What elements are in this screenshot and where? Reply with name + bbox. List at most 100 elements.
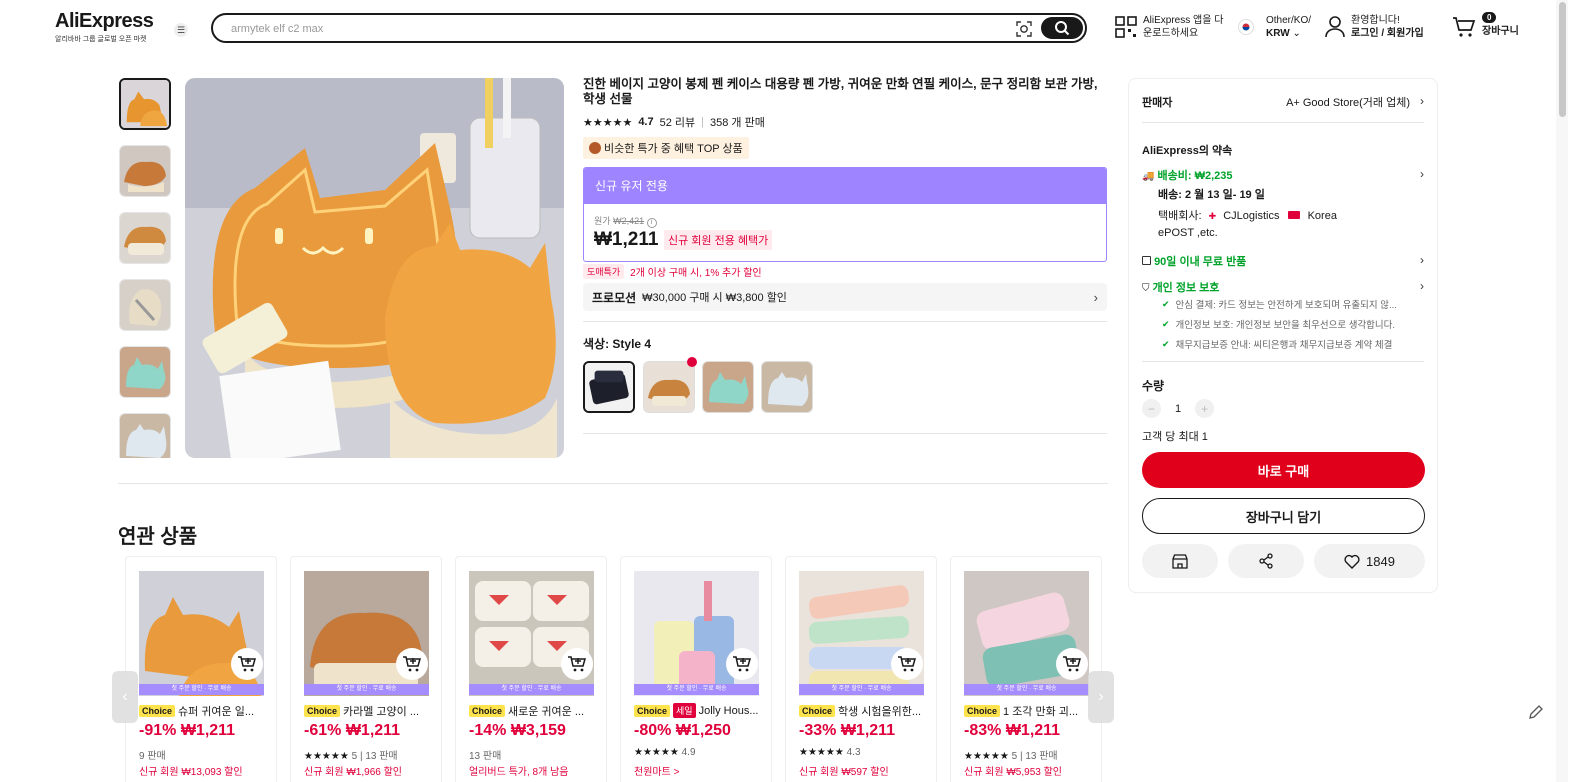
privacy-item-text: 채무지급보증 안내: 씨티은행과 채무지급보증 계약 체결 [1175, 340, 1393, 351]
account-line2: 로그인 / 회원가입 [1351, 28, 1424, 39]
store-button[interactable] [1142, 544, 1218, 578]
main-product-image[interactable] [185, 78, 564, 458]
thumbnail-4[interactable] [119, 279, 171, 331]
thumbnail-5[interactable] [119, 346, 171, 398]
choice-badge: Choice [799, 705, 836, 717]
related-product-title[interactable]: Choice 카라멜 고양이 ... [304, 703, 432, 719]
seller-row[interactable]: 판매자 A+ Good Store(거래 업체) › [1142, 94, 1424, 110]
related-product-title[interactable]: Choice 슈퍼 귀여운 일... [139, 703, 267, 719]
related-product-title[interactable]: Choice 세일 Jolly Hous... [634, 703, 762, 718]
add-to-cart-button[interactable]: 장바구니 담기 [1142, 498, 1425, 534]
carousel-prev-button[interactable]: ‹ [112, 671, 138, 723]
shield-icon: ⛉ [1142, 283, 1150, 294]
original-price: ₩2,421 [613, 216, 645, 226]
star-rating-icon: ★★★★★ [583, 116, 633, 129]
add-to-cart-icon[interactable] [891, 648, 923, 680]
increase-button[interactable]: + [1195, 399, 1215, 418]
shipping-row[interactable]: 🚚 배송비: ₩2,235 › [1142, 167, 1424, 183]
carousel-next-button[interactable]: › [1088, 671, 1114, 723]
related-product-card[interactable]: 첫 주문 할인 · 무료 배송 Choice 슈퍼 귀여운 일... -91% ₩1,… [125, 556, 277, 782]
price-value: ₩1,211 [180, 722, 236, 739]
thumbnail-list [118, 78, 173, 458]
choice-badge: Choice [304, 705, 341, 717]
logo-text: AliExpress [55, 10, 154, 32]
region-selector[interactable]: Other/KO/KRW ⌄ [1238, 14, 1311, 40]
info-icon[interactable]: i [646, 218, 657, 228]
related-product-extra: 얼리버드 특가, 8개 남음 [469, 767, 569, 778]
decrease-button[interactable]: − [1142, 399, 1161, 418]
edit-icon[interactable] [1526, 702, 1546, 722]
discount-percent: -80% [634, 722, 672, 739]
privacy-row[interactable]: ⛉ 개인 정보 보호 › [1142, 279, 1424, 295]
account-menu[interactable]: 환영합니다! 로그인 / 회원가입 [1325, 14, 1424, 40]
meta-text: 4.3 [846, 747, 861, 758]
carrier-label: 택배회사: [1158, 210, 1202, 222]
color-label: 색상: Style 4 [583, 337, 652, 351]
related-product-extra: 신규 회원 ₩597 할인 [799, 767, 889, 778]
related-product-name: Jolly Hous... [698, 704, 759, 717]
thumbnail-6[interactable] [119, 413, 171, 458]
chevron-right-icon: › [1420, 167, 1424, 181]
related-product-name: 새로운 귀여운 ... [508, 706, 585, 718]
promo-strip: 첫 주문 할인 · 무료 배송 [634, 684, 759, 695]
original-price-label: 원가 [594, 216, 611, 226]
carrier-korea: Korea [1307, 210, 1337, 222]
aliexpress-logo[interactable]: AliExpress 알리바바 그룹 글로벌 오픈 마켓 [55, 10, 154, 44]
review-count[interactable]: 52 리뷰 [660, 114, 696, 130]
thumbnail-2[interactable] [119, 145, 171, 197]
related-product-card[interactable]: 첫 주문 할인 · 무료 배송 Choice 학생 시험을위한... -33% ₩1,… [785, 556, 937, 782]
image-search-icon[interactable] [1015, 20, 1033, 38]
promotion-row[interactable]: 프로모션 ₩30,000 구매 시 ₩3,800 할인 › [583, 283, 1107, 311]
meta-text: 5 | 13 판매 [351, 751, 398, 762]
related-product-price: -61% ₩1,211 [304, 722, 400, 740]
scrollbar-thumb[interactable] [1559, 2, 1566, 117]
add-to-cart-icon[interactable] [1056, 648, 1088, 680]
star-rating-icon: ★★★★★ [799, 747, 844, 758]
related-product-meta: ★★★★★ 5 | 13 판매 [304, 747, 398, 762]
search-input[interactable] [231, 19, 991, 39]
cart-icon [1453, 17, 1476, 37]
related-product-extra: 천원마트 > [634, 767, 680, 778]
buy-now-button[interactable]: 바로 구매 [1142, 452, 1425, 488]
related-product-extra: 신규 회원 ₩13,093 할인 [139, 767, 243, 778]
color-swatch-1[interactable] [583, 361, 635, 413]
quantity-value[interactable]: 1 [1175, 403, 1181, 415]
discount-percent: -14% [469, 722, 507, 739]
color-swatch-2[interactable] [643, 361, 695, 413]
privacy-item: ✔ 안심 결제: 카드 정보는 안전하게 보호되며 유출되지 않... [1162, 294, 1424, 314]
color-swatch-4[interactable] [761, 361, 813, 413]
related-product-title[interactable]: Choice 학생 시험을위한... [799, 703, 927, 719]
related-product-card[interactable]: 첫 주문 할인 · 무료 배송 Choice 세일 Jolly Hous... -80%… [620, 556, 772, 782]
choice-badge: Choice [139, 705, 176, 717]
related-product-card[interactable]: 첫 주문 할인 · 무료 배송 Choice 카라멜 고양이 ... -61% ₩1,… [290, 556, 442, 782]
user-icon [1325, 16, 1345, 38]
star-rating-icon: ★★★★★ [964, 751, 1009, 762]
menu-icon[interactable]: ☰ [174, 23, 188, 37]
promo-strip: 첫 주문 할인 · 무료 배송 [139, 684, 264, 695]
chevron-left-icon: ‹ [122, 688, 128, 705]
seller-label: 판매자 [1142, 97, 1173, 109]
share-button[interactable] [1228, 544, 1304, 578]
app-download[interactable]: AliExpress 앱을 다 운로드하세요 [1115, 14, 1223, 40]
add-to-cart-icon[interactable] [726, 648, 758, 680]
add-to-cart-icon[interactable] [561, 648, 593, 680]
add-to-cart-icon[interactable] [231, 648, 263, 680]
divider [1142, 361, 1424, 362]
top-deal-text: 비슷한 특가 중 혜택 TOP 상품 [604, 143, 743, 155]
search-button[interactable] [1041, 17, 1083, 39]
related-product-title[interactable]: Choice 새로운 귀여운 ... [469, 703, 597, 719]
discount-percent: -83% [964, 722, 1002, 739]
product-title: 진한 베이지 고양이 봉제 펜 케이스 대용량 펜 가방, 귀여운 만화 연필 … [583, 77, 1098, 106]
choice-badge: Choice [634, 704, 671, 717]
wishlist-button[interactable]: 1849 [1314, 544, 1425, 578]
color-swatch-3[interactable] [702, 361, 754, 413]
related-product-card[interactable]: 첫 주문 할인 · 무료 배송 Choice 1 조각 만화 괴... -83% ₩1… [950, 556, 1102, 782]
related-product-title[interactable]: Choice 1 조각 만화 괴... [964, 703, 1092, 719]
add-to-cart-icon[interactable] [396, 648, 428, 680]
thumbnail-3[interactable] [119, 212, 171, 264]
scrollbar-track[interactable] [1556, 0, 1568, 782]
returns-row[interactable]: 90일 이내 무료 반품 › [1142, 253, 1424, 269]
rating-row: ★★★★★ 4.7 52 리뷰 | 358 개 판매 [583, 114, 765, 130]
related-product-card[interactable]: 첫 주문 할인 · 무료 배송 Choice 새로운 귀여운 ... -14% ₩3,… [455, 556, 607, 782]
thumbnail-1[interactable] [119, 78, 171, 130]
